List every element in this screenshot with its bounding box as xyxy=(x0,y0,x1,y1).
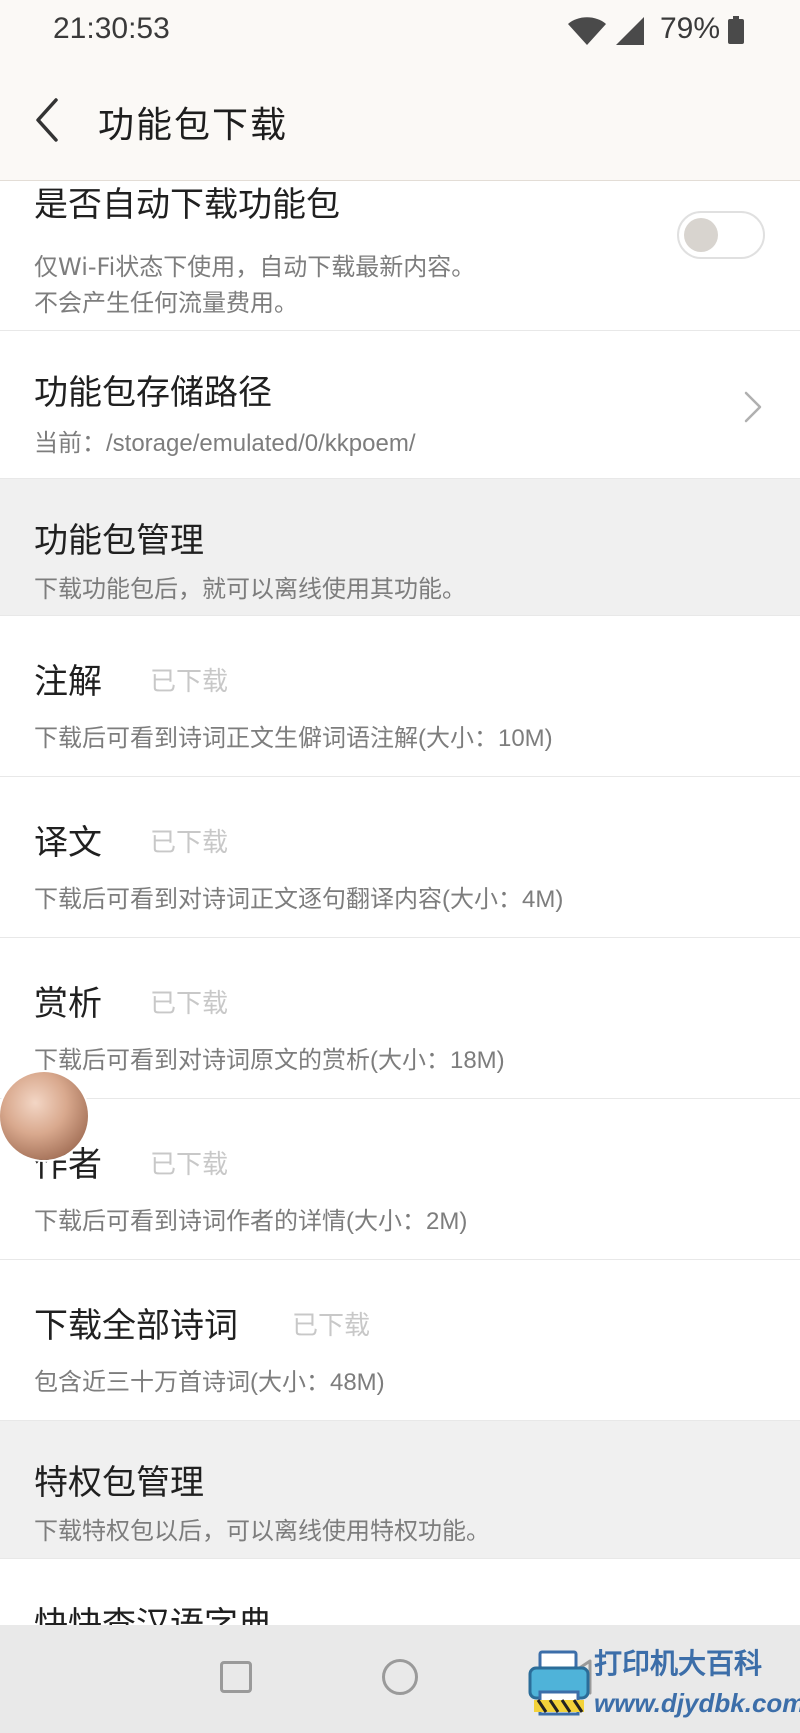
floating-avatar[interactable] xyxy=(0,1072,88,1160)
package-item-desc: 下载后可看到对诗词正文逐句翻译内容(大小：4M) xyxy=(34,886,564,913)
download-status: 已下载 xyxy=(150,667,229,697)
download-status: 已下载 xyxy=(150,1150,229,1180)
toggle-knob xyxy=(684,218,718,252)
package-item-annotation[interactable]: 注解 已下载 下载后可看到诗词正文生僻词语注解(大小：10M) xyxy=(0,616,800,777)
privilege-section-title: 特权包管理 xyxy=(34,1463,204,1503)
package-item-title: 注解 xyxy=(34,662,102,702)
status-time: 21:30:53 xyxy=(53,12,170,45)
storage-path-title: 功能包存储路径 xyxy=(34,373,272,413)
privilege-item-title: 快快查汉语字典 xyxy=(34,1605,272,1625)
title-bar: 功能包下载 xyxy=(0,62,800,181)
settings-list[interactable]: 是否自动下载功能包 仅Wi-Fi状态下使用，自动下载最新内容。 不会产生任何流量… xyxy=(0,181,800,1625)
storage-path-row[interactable]: 功能包存储路径 当前：/storage/emulated/0/kkpoem/ xyxy=(0,331,800,479)
watermark: 打印机大百科 www.djydbk.com xyxy=(528,1638,800,1733)
auto-download-row[interactable]: 是否自动下载功能包 仅Wi-Fi状态下使用，自动下载最新内容。 不会产生任何流量… xyxy=(0,181,800,331)
package-item-desc: 下载后可看到诗词作者的详情(大小：2M) xyxy=(34,1208,468,1235)
privilege-section-header: 特权包管理 下载特权包以后，可以离线使用特权功能。 xyxy=(0,1421,800,1559)
printer-icon xyxy=(528,1650,590,1716)
auto-download-title: 是否自动下载功能包 xyxy=(34,185,340,225)
package-item-title: 译文 xyxy=(34,823,102,863)
cell-signal-icon xyxy=(616,17,644,45)
download-status: 已下载 xyxy=(150,989,229,1019)
auto-download-desc-1: 仅Wi-Fi状态下使用，自动下载最新内容。 xyxy=(34,253,476,281)
package-item-desc: 下载后可看到对诗词原文的赏析(大小：18M) xyxy=(34,1047,505,1074)
watermark-text: 打印机大百科 xyxy=(594,1647,763,1680)
package-item-appreciation[interactable]: 赏析 已下载 下载后可看到对诗词原文的赏析(大小：18M) xyxy=(0,938,800,1099)
battery-percent: 79% xyxy=(660,12,721,45)
package-item-desc: 下载后可看到诗词正文生僻词语注解(大小：10M) xyxy=(34,725,553,752)
package-item-title: 赏析 xyxy=(34,984,102,1024)
status-bar: 21:30:53 79% xyxy=(0,0,800,62)
home-button[interactable] xyxy=(382,1659,418,1695)
package-item-translation[interactable]: 译文 已下载 下载后可看到对诗词正文逐句翻译内容(大小：4M) xyxy=(0,777,800,938)
package-section-header: 功能包管理 下载功能包后，就可以离线使用其功能。 xyxy=(0,479,800,616)
page-title: 功能包下载 xyxy=(98,105,289,146)
package-section-title: 功能包管理 xyxy=(34,521,204,561)
privilege-section-desc: 下载特权包以后，可以离线使用特权功能。 xyxy=(34,1517,490,1545)
download-status: 已下载 xyxy=(150,828,229,858)
privilege-item-dictionary[interactable]: 快快查汉语字典 xyxy=(0,1559,800,1625)
package-section-desc: 下载功能包后，就可以离线使用其功能。 xyxy=(34,575,466,603)
auto-download-desc-2: 不会产生任何流量费用。 xyxy=(34,289,298,317)
recent-apps-button[interactable] xyxy=(220,1661,252,1693)
package-item-desc: 包含近三十万首诗词(大小：48M) xyxy=(34,1369,385,1396)
battery-icon xyxy=(728,16,744,44)
watermark-url: www.djydbk.com xyxy=(594,1688,800,1718)
storage-path-desc: 当前：/storage/emulated/0/kkpoem/ xyxy=(34,430,416,457)
package-item-title: 下载全部诗词 xyxy=(34,1306,238,1346)
back-arrow-icon[interactable] xyxy=(30,92,70,148)
auto-download-toggle[interactable] xyxy=(677,211,765,259)
chevron-right-icon xyxy=(744,391,762,423)
wifi-icon xyxy=(568,17,606,45)
download-status: 已下载 xyxy=(292,1311,371,1341)
package-item-all-poems[interactable]: 下载全部诗词 已下载 包含近三十万首诗词(大小：48M) xyxy=(0,1260,800,1421)
package-item-author[interactable]: 作者 已下载 下载后可看到诗词作者的详情(大小：2M) xyxy=(0,1099,800,1260)
